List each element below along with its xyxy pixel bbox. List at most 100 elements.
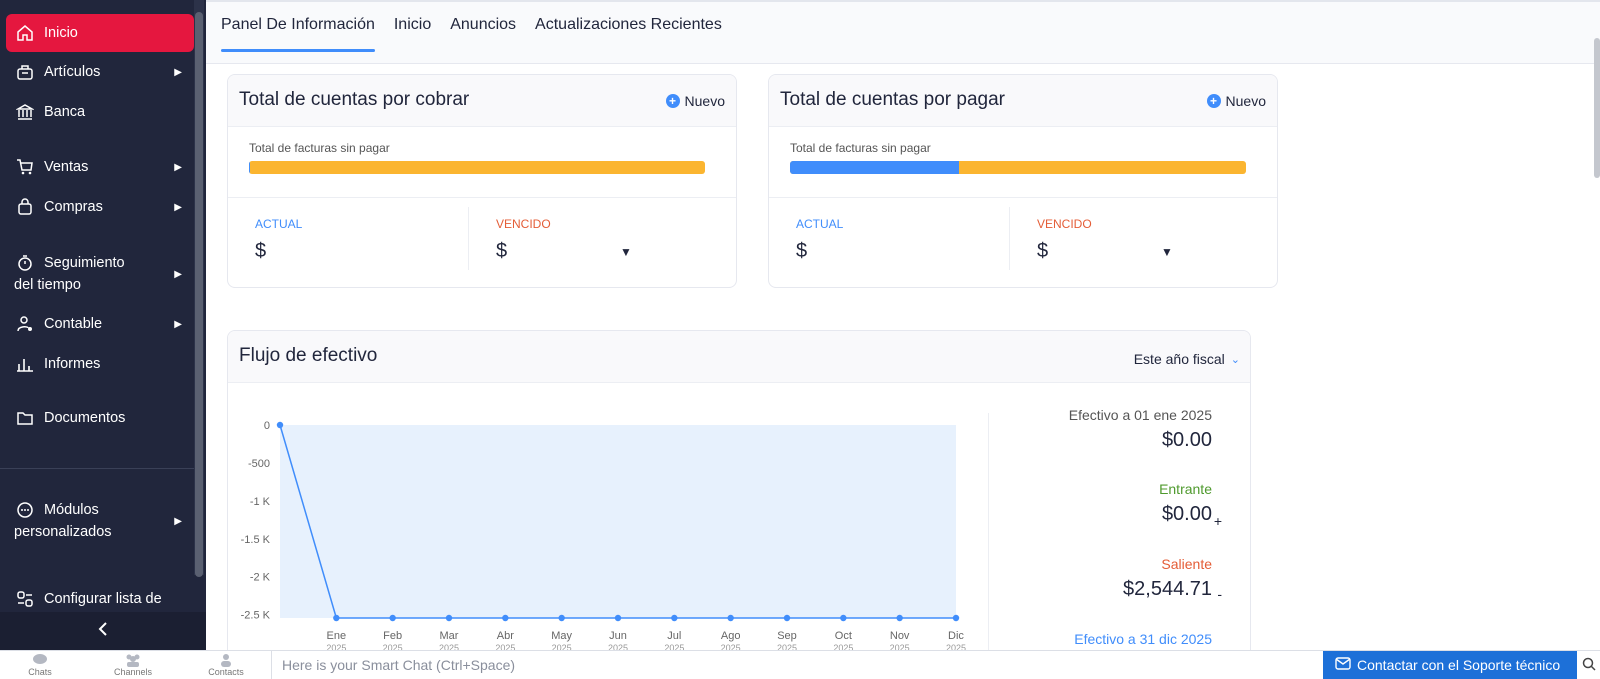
x-tick-label: Jun: [609, 630, 627, 642]
sidebar-scroll-thumb[interactable]: [195, 12, 203, 577]
divider: [988, 413, 989, 659]
sidebar-item-compras[interactable]: Compras ▶: [6, 196, 194, 218]
sidebar-scrollbar[interactable]: [194, 0, 204, 577]
sidebar-item-label: Informes: [44, 356, 101, 372]
new-invoice-button[interactable]: + Nuevo: [665, 93, 725, 109]
current-value: $: [796, 240, 808, 262]
overdue-label: VENCIDO: [1037, 217, 1092, 231]
divider: [468, 207, 469, 270]
outgoing: Saliente $2,544.71: [1123, 556, 1212, 601]
chevron-down-icon: ⌄: [1230, 353, 1240, 366]
sidebar-item-label: Compras: [44, 199, 103, 215]
card-header: Total de cuentas por cobrar + Nuevo: [228, 75, 736, 127]
channels-label: Channels: [113, 667, 153, 677]
sidebar-divider: [0, 468, 194, 469]
sidebar-item-modulos[interactable]: Módulos personalizados ▶: [6, 499, 194, 543]
contacts-button[interactable]: Contacts: [196, 653, 256, 677]
data-point: [727, 614, 734, 622]
incoming-value: $0.00: [1161, 503, 1212, 525]
bag-icon: [14, 196, 36, 218]
y-tick-label: -2.5 K: [241, 610, 271, 622]
x-tick-label: Ago: [721, 630, 741, 642]
current-value: $: [255, 240, 267, 262]
data-point: [952, 614, 960, 622]
card-header: Total de cuentas por pagar + Nuevo: [769, 75, 1277, 127]
sidebar-item-documentos[interactable]: Documentos: [6, 407, 194, 429]
app-root: Inicio Artículos ▶ Banca Ventas ▶ Compra…: [0, 0, 1600, 679]
chats-label: Chats: [28, 667, 52, 677]
y-tick-label: -2 K: [250, 572, 271, 584]
overdue-value: $: [496, 240, 508, 262]
sidebar-item-inicio[interactable]: Inicio: [6, 14, 194, 52]
new-bill-button[interactable]: + Nuevo: [1206, 93, 1266, 109]
card-title: Flujo de efectivo: [239, 345, 378, 366]
sidebar-item-banca[interactable]: Banca: [6, 101, 194, 123]
card-title: Total de cuentas por pagar: [780, 89, 1005, 110]
tab-list: Panel De Información Inicio Anuncios Act…: [221, 16, 722, 52]
closing-label: Efectivo a 31 dic 2025: [1074, 631, 1212, 647]
fiscal-period-dropdown[interactable]: Este año fiscal ⌄: [1134, 351, 1240, 367]
bar-chart-icon: [14, 353, 36, 375]
outgoing-value: $2,544.71: [1123, 578, 1212, 600]
plus-circle-icon: +: [665, 94, 680, 108]
period-label: Este año fiscal: [1133, 351, 1225, 367]
minus-sign: -: [1217, 586, 1222, 602]
support-label: Contactar con el Soporte técnico: [1357, 657, 1561, 673]
chat-bubble-icon: [10, 653, 70, 667]
person-icon: [196, 653, 256, 667]
sidebar-item-ventas[interactable]: Ventas ▶: [6, 156, 194, 178]
dashboard-tabs-bar: Panel De Información Inicio Anuncios Act…: [206, 0, 1600, 64]
contacts-label: Contacts: [208, 667, 244, 677]
opening-balance: Efectivo a 01 ene 2025 $0.00: [1069, 407, 1212, 452]
x-tick-label: Nov: [890, 630, 910, 642]
y-tick-label: -1.5 K: [241, 534, 271, 546]
sidebar-item-label: Seguimiento del tiempo: [14, 255, 125, 293]
tab-inicio[interactable]: Inicio: [394, 16, 431, 52]
unpaid-bar: [249, 161, 705, 174]
outgoing-label: Saliente: [1161, 556, 1212, 572]
data-point: [896, 614, 903, 622]
search-icon[interactable]: [1582, 657, 1596, 676]
opening-label: Efectivo a 01 ene 2025: [1068, 407, 1212, 423]
smart-chat-input[interactable]: Here is your Smart Chat (Ctrl+Space): [271, 651, 1321, 679]
data-point: [445, 614, 453, 622]
contact-support-button[interactable]: Contactar con el Soporte técnico: [1323, 651, 1577, 679]
sidebar-item-label: Banca: [44, 104, 86, 120]
data-point: [502, 614, 509, 622]
new-button-label: Nuevo: [684, 93, 725, 109]
incoming-label: Entrante: [1159, 481, 1212, 497]
tab-actualizaciones[interactable]: Actualizaciones Recientes: [535, 16, 722, 52]
sidebar-item-label: Configurar lista de: [44, 591, 162, 607]
caret-right-icon: ▶: [174, 318, 182, 330]
x-tick-label: Mar: [440, 630, 459, 642]
sidebar-item-configurar[interactable]: Configurar lista de: [6, 588, 194, 610]
main-scrollbar[interactable]: [1594, 38, 1600, 178]
y-tick-label: -1 K: [250, 496, 271, 508]
tab-panel-informacion[interactable]: Panel De Información: [221, 16, 375, 52]
user-settings-icon: [14, 313, 36, 335]
data-point: [333, 614, 340, 622]
sidebar: Inicio Artículos ▶ Banca Ventas ▶ Compra…: [0, 0, 206, 650]
caret-down-icon[interactable]: ▼: [1161, 245, 1173, 259]
sidebar-item-contable[interactable]: Contable ▶: [6, 313, 194, 335]
sidebar-item-label: Contable: [44, 316, 103, 332]
data-point: [614, 614, 622, 622]
sidebar-collapse-button[interactable]: [0, 612, 206, 650]
config-list-icon: [14, 588, 36, 610]
tab-anuncios[interactable]: Anuncios: [450, 16, 516, 52]
x-tick-label: Ene: [327, 630, 347, 642]
divider: [228, 197, 736, 198]
sidebar-item-articulos[interactable]: Artículos ▶: [6, 61, 194, 83]
sidebar-item-seguimiento[interactable]: Seguimiento del tiempo ▶: [6, 252, 194, 296]
x-tick-label: Feb: [383, 630, 402, 642]
chats-button[interactable]: Chats: [10, 653, 70, 677]
chart-area-fill: [280, 425, 956, 618]
channels-button[interactable]: Channels: [103, 653, 163, 677]
data-point: [558, 614, 565, 622]
sidebar-item-informes[interactable]: Informes: [6, 353, 194, 375]
caret-down-icon[interactable]: ▼: [620, 245, 632, 259]
cashflow-card: Flujo de efectivo Este año fiscal ⌄ 0 -50…: [227, 330, 1251, 660]
divider: [1009, 207, 1010, 270]
data-point: [783, 614, 791, 622]
caret-right-icon: ▶: [174, 201, 182, 213]
